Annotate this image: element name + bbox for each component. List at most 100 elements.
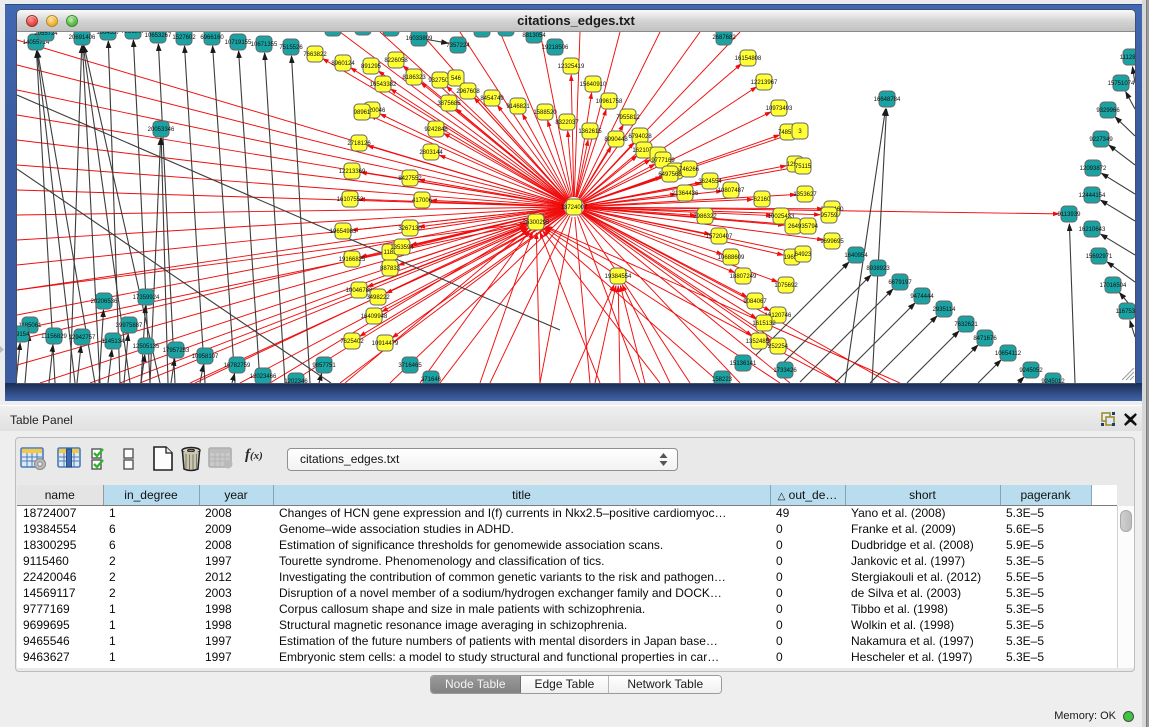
svg-text:8427552: 8427552 [398, 176, 422, 182]
svg-text:12444154: 12444154 [1079, 193, 1106, 199]
svg-text:16210643: 16210643 [1079, 227, 1106, 233]
svg-text:19218506: 19218506 [542, 45, 569, 51]
svg-text:25300295: 25300295 [523, 220, 550, 226]
svg-text:891295: 891295 [361, 64, 382, 70]
svg-text:7986322: 7986322 [693, 214, 717, 220]
svg-text:6966160: 6966160 [200, 35, 224, 41]
svg-text:12325419: 12325419 [558, 64, 585, 70]
svg-text:10654112: 10654112 [995, 351, 1022, 357]
svg-text:15692971: 15692971 [1086, 254, 1113, 260]
svg-text:10653267: 10653267 [145, 33, 172, 39]
svg-text:8471676: 8471676 [973, 336, 997, 342]
svg-text:7931807: 7931807 [121, 32, 145, 35]
svg-text:6497568: 6497568 [658, 172, 682, 178]
svg-text:15720407: 15720407 [706, 234, 733, 240]
svg-text:2935114: 2935114 [933, 307, 957, 313]
svg-text:15751074: 15751074 [1108, 81, 1135, 87]
svg-text:20691406: 20691406 [69, 35, 96, 41]
svg-text:17016504: 17016504 [1100, 283, 1127, 289]
svg-text:9242848: 9242848 [424, 127, 448, 133]
svg-text:6679197: 6679197 [888, 280, 912, 286]
svg-text:2967608: 2967608 [456, 89, 480, 95]
svg-text:10958107: 10958107 [192, 354, 219, 360]
svg-text:3624554: 3624554 [698, 179, 722, 185]
svg-text:2687682: 2687682 [712, 35, 736, 41]
svg-text:16543382: 16543382 [370, 82, 397, 88]
svg-text:1167533: 1167533 [1116, 309, 1135, 315]
svg-text:17957253: 17957253 [163, 348, 190, 354]
svg-text:158223: 158223 [712, 377, 733, 383]
svg-text:252254: 252254 [768, 344, 789, 350]
svg-text:7357224: 7357224 [446, 43, 470, 49]
svg-text:1353594: 1353594 [390, 245, 414, 251]
svg-text:8990448: 8990448 [604, 137, 628, 143]
svg-text:15640910: 15640910 [580, 82, 607, 88]
svg-text:8960124: 8960124 [331, 61, 355, 67]
svg-text:8226058: 8226058 [384, 58, 408, 64]
svg-text:18724007: 18724007 [561, 205, 588, 211]
svg-text:1615132: 1615132 [752, 321, 776, 327]
svg-text:10973493: 10973493 [766, 106, 793, 112]
svg-text:1588520: 1588520 [533, 110, 557, 116]
svg-text:9245012: 9245012 [1041, 379, 1065, 383]
svg-text:19166825: 19166825 [339, 257, 366, 263]
svg-text:935794: 935794 [798, 224, 819, 230]
svg-text:64923: 64923 [795, 252, 812, 258]
svg-text:12213369: 12213369 [339, 169, 366, 175]
svg-text:3716465: 3716465 [398, 363, 422, 369]
svg-text:39154: 39154 [17, 332, 30, 338]
svg-text:10688609: 10688609 [718, 255, 745, 261]
svg-text:9699695: 9699695 [820, 239, 844, 245]
svg-text:98961: 98961 [354, 110, 371, 116]
svg-text:546: 546 [451, 76, 462, 82]
svg-text:1112857: 1112857 [1120, 55, 1135, 61]
svg-text:39975887: 39975887 [116, 323, 143, 329]
svg-text:9474444: 9474444 [910, 294, 934, 300]
svg-text:16107552: 16107552 [337, 197, 364, 203]
svg-text:3498222: 3498222 [366, 295, 390, 301]
svg-text:16033809: 16033809 [406, 36, 433, 42]
svg-text:9113939: 9113939 [1058, 212, 1082, 218]
svg-text:15136141: 15136141 [730, 361, 757, 367]
svg-text:8322037: 8322037 [555, 120, 579, 126]
svg-text:1733426: 1733426 [773, 368, 797, 374]
svg-text:12942757: 12942757 [69, 335, 96, 341]
svg-text:1075692: 1075692 [774, 283, 798, 289]
svg-text:17359924: 17359924 [133, 295, 160, 301]
svg-text:16154808: 16154808 [735, 56, 762, 62]
svg-text:16409948: 16409948 [361, 314, 388, 320]
svg-text:8938923: 8938923 [866, 266, 890, 272]
svg-text:10719155: 10719155 [225, 40, 252, 46]
svg-text:1145134: 1145134 [102, 339, 126, 345]
svg-text:1362615: 1362615 [578, 129, 602, 135]
svg-text:2055724: 2055724 [34, 32, 58, 37]
svg-text:9227349: 9227349 [1089, 137, 1113, 143]
svg-text:10914479: 10914479 [372, 341, 399, 347]
svg-text:2803144: 2803144 [419, 150, 443, 156]
svg-text:18807249: 18807249 [730, 274, 757, 280]
svg-text:20206536: 20206536 [91, 299, 118, 305]
svg-text:16648784: 16648784 [874, 97, 901, 103]
svg-text:75115: 75115 [795, 164, 812, 170]
svg-text:9084067: 9084067 [743, 299, 767, 305]
svg-text:10046788: 10046788 [346, 288, 373, 294]
svg-text:20053346: 20053346 [148, 127, 175, 133]
svg-text:371646: 371646 [421, 377, 442, 383]
svg-text:887833: 887833 [380, 266, 401, 272]
svg-text:9329966: 9329966 [1096, 108, 1120, 114]
svg-text:10807487: 10807487 [718, 188, 745, 194]
svg-text:7515526: 7515526 [279, 45, 303, 51]
svg-text:7663822: 7663822 [303, 52, 327, 58]
svg-text:1640954: 1640954 [844, 253, 868, 259]
svg-text:8454749: 8454749 [480, 96, 504, 102]
svg-text:1064337: 1064337 [96, 32, 120, 36]
svg-text:12023466: 12023466 [250, 374, 277, 380]
svg-text:881305: 881305 [472, 32, 493, 33]
svg-text:10671355: 10671355 [251, 42, 278, 48]
svg-text:1353627: 1353627 [793, 192, 817, 198]
svg-text:95759: 95759 [821, 213, 838, 219]
svg-text:19384554: 19384554 [605, 274, 632, 280]
svg-text:746266: 746266 [679, 167, 700, 173]
svg-text:12213967: 12213967 [751, 80, 778, 86]
svg-text:3875685: 3875685 [437, 101, 461, 107]
